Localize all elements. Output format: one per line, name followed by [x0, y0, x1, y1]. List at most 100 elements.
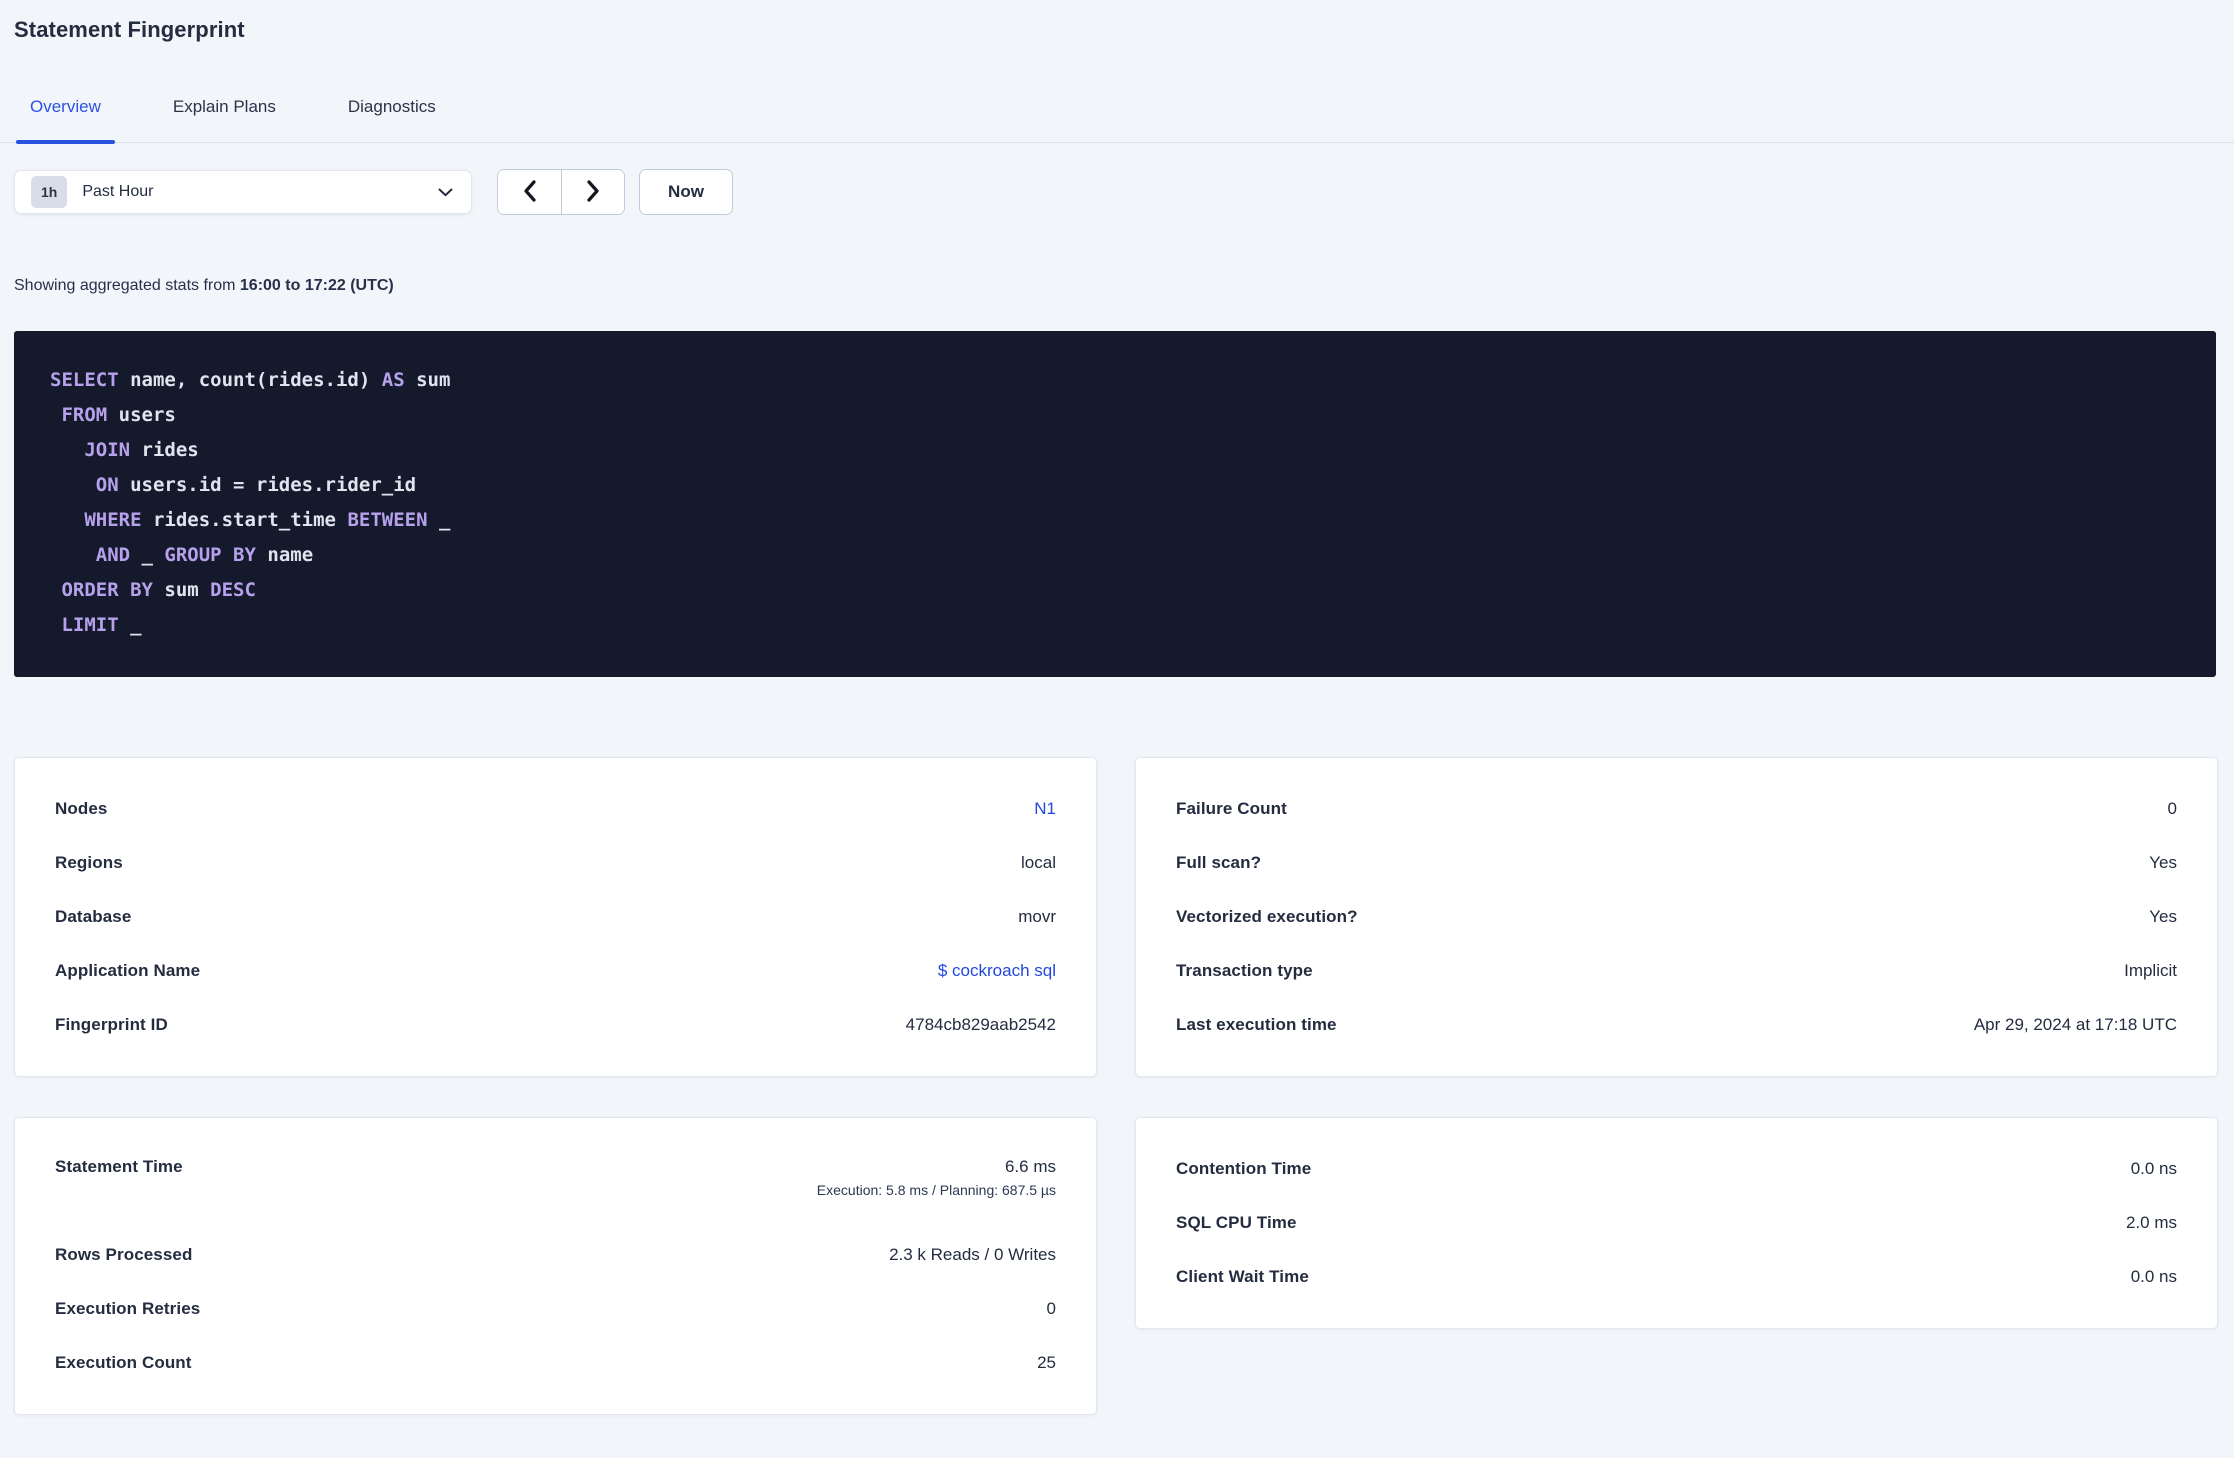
next-range-button[interactable]: [561, 170, 624, 214]
vectorized-execution-label: Vectorized execution?: [1176, 907, 1358, 926]
rows-processed-value: 2.3 k Reads / 0 Writes: [889, 1245, 1056, 1264]
stat-row-last-execution-time: Last execution time Apr 29, 2024 at 17:18…: [1176, 998, 2177, 1052]
sql-text: _: [130, 544, 165, 566]
application-name-link[interactable]: $ cockroach sql: [938, 961, 1056, 980]
page-title: Statement Fingerprint: [14, 17, 245, 42]
aggregation-summary-range: 16:00 to 17:22 (UTC): [239, 277, 394, 294]
aggregation-summary-prefix: Showing aggregated stats from: [14, 277, 240, 294]
chevron-right-icon: [586, 179, 601, 206]
sql-line: ON users.id = rides.rider_id: [50, 468, 2196, 503]
chevron-down-icon: [438, 188, 453, 197]
nodes-link[interactable]: N1: [1034, 799, 1056, 818]
aggregation-summary: Showing aggregated stats from 16:00 to 1…: [14, 277, 2234, 295]
stat-row-sql-cpu-time: SQL CPU Time 2.0 ms: [1176, 1196, 2177, 1250]
transaction-type-value-wrap: Implicit: [2124, 961, 2177, 981]
summary-panels: Nodes N1 Regions local Database movr Applicati…: [14, 757, 2218, 1415]
client-wait-time-label: Client Wait Time: [1176, 1267, 1309, 1286]
sql-line: JOIN rides: [50, 433, 2196, 468]
sql-text: name: [255, 544, 314, 566]
sql-line: FROM users: [50, 398, 2196, 433]
tab-bar: Overview Explain Plans Diagnostics: [0, 74, 2234, 144]
nodes-value-wrap: N1: [1034, 799, 1056, 819]
vectorized-execution-value-wrap: Yes: [2149, 907, 2177, 927]
sql-keyword: ON: [95, 474, 119, 496]
statement-attributes-panel: Nodes N1 Regions local Database movr Applicati…: [14, 757, 1097, 1077]
stat-row-execution-count: Execution Count 25: [55, 1336, 1056, 1390]
stat-row-statement-time: Statement Time 6.6 ms Execution: 5.8 ms / …: [55, 1142, 1056, 1228]
sql-keyword: AS: [381, 369, 405, 391]
sql-line: WHERE rides.start_time BETWEEN _: [50, 503, 2196, 538]
sql-keyword: AND: [95, 544, 131, 566]
sql-keyword: GROUP BY: [164, 544, 256, 566]
failure-count-value: 0: [2167, 799, 2177, 818]
stat-row-rows-processed: Rows Processed 2.3 k Reads / 0 Writes: [55, 1228, 1056, 1282]
now-button[interactable]: Now: [639, 169, 733, 215]
statement-time-label: Statement Time: [55, 1157, 183, 1176]
sql-text: _: [118, 614, 142, 636]
fingerprint-id-value-wrap: 4784cb829aab2542: [906, 1015, 1056, 1035]
statement-time-subvalue: Execution: 5.8 ms / Planning: 687.5 µs: [816, 1182, 1056, 1198]
sql-keyword: ORDER BY: [61, 579, 153, 601]
execution-count-label: Execution Count: [55, 1353, 192, 1372]
stat-row-client-wait-time: Client Wait Time 0.0 ns: [1176, 1250, 2177, 1304]
last-execution-time-value-wrap: Apr 29, 2024 at 17:18 UTC: [1974, 1015, 2177, 1035]
sql-cpu-time-value-wrap: 2.0 ms: [2126, 1213, 2177, 1233]
database-value-wrap: movr: [1018, 907, 1056, 927]
rows-processed-label: Rows Processed: [55, 1245, 193, 1264]
sql-keyword: WHERE: [84, 509, 142, 531]
transaction-type-label: Transaction type: [1176, 961, 1313, 980]
prev-range-button[interactable]: [498, 170, 561, 214]
sql-line: LIMIT _: [50, 608, 2196, 643]
stat-row-regions: Regions local: [55, 836, 1056, 890]
sql-keyword: DESC: [210, 579, 256, 601]
sql-line: ORDER BY sum DESC: [50, 573, 2196, 608]
failure-count-label: Failure Count: [1176, 799, 1287, 818]
sql-text: rides: [130, 439, 199, 461]
last-execution-time-label: Last execution time: [1176, 1015, 1337, 1034]
full-scan-value-wrap: Yes: [2149, 853, 2177, 873]
stat-row-full-scan: Full scan? Yes: [1176, 836, 2177, 890]
sql-cpu-time-label: SQL CPU Time: [1176, 1213, 1297, 1232]
sql-text: name, count(rides.id): [118, 369, 382, 391]
database-label: Database: [55, 907, 132, 926]
client-wait-time-value-wrap: 0.0 ns: [2131, 1267, 2177, 1287]
execution-retries-value-wrap: 0: [1047, 1299, 1056, 1319]
failure-count-value-wrap: 0: [2168, 799, 2177, 819]
statement-fingerprint-page: Statement Fingerprint Overview Explain Pl…: [0, 0, 2234, 1458]
stat-row-execution-retries: Execution Retries 0: [55, 1282, 1056, 1336]
contention-time-value: 0.0 ns: [2130, 1159, 2177, 1178]
tab-diagnostics[interactable]: Diagnostics: [332, 74, 452, 142]
execution-count-value-wrap: 25: [1037, 1353, 1056, 1373]
sql-line: AND _ GROUP BY name: [50, 538, 2196, 573]
time-range-label: Past Hour: [82, 183, 154, 200]
stat-row-failure-count: Failure Count 0: [1176, 782, 2177, 836]
client-wait-time-value: 0.0 ns: [2130, 1267, 2177, 1286]
time-toolbar: 1h Past Hour Now: [14, 169, 2234, 215]
tab-overview[interactable]: Overview: [14, 74, 117, 144]
sql-text: _: [427, 509, 451, 531]
wait-times-panel: Contention Time 0.0 ns SQL CPU Time 2.0 ms C…: [1135, 1117, 2218, 1329]
execution-attributes-panel: Failure Count 0 Full scan? Yes Vectorized ex…: [1135, 757, 2218, 1077]
time-range-dropdown[interactable]: 1h Past Hour: [14, 170, 472, 214]
stat-row-database: Database movr: [55, 890, 1056, 944]
execution-count-value: 25: [1037, 1353, 1056, 1372]
regions-label: Regions: [55, 853, 123, 872]
full-scan-label: Full scan?: [1176, 853, 1262, 872]
contention-time-value-wrap: 0.0 ns: [2131, 1159, 2177, 1179]
sql-keyword: SELECT: [50, 369, 119, 391]
sql-text: users.id = rides.rider_id: [118, 474, 417, 496]
regions-value: local: [1021, 853, 1056, 872]
sql-line: SELECT name, count(rides.id) AS sum: [50, 363, 2196, 398]
sql-text: rides.start_time: [141, 509, 348, 531]
sql-text: sum: [404, 369, 451, 391]
contention-time-label: Contention Time: [1176, 1159, 1312, 1178]
application-name-value-wrap: $ cockroach sql: [938, 961, 1056, 981]
sql-cpu-time-value: 2.0 ms: [2125, 1213, 2177, 1232]
tab-explain-plans[interactable]: Explain Plans: [157, 74, 292, 142]
